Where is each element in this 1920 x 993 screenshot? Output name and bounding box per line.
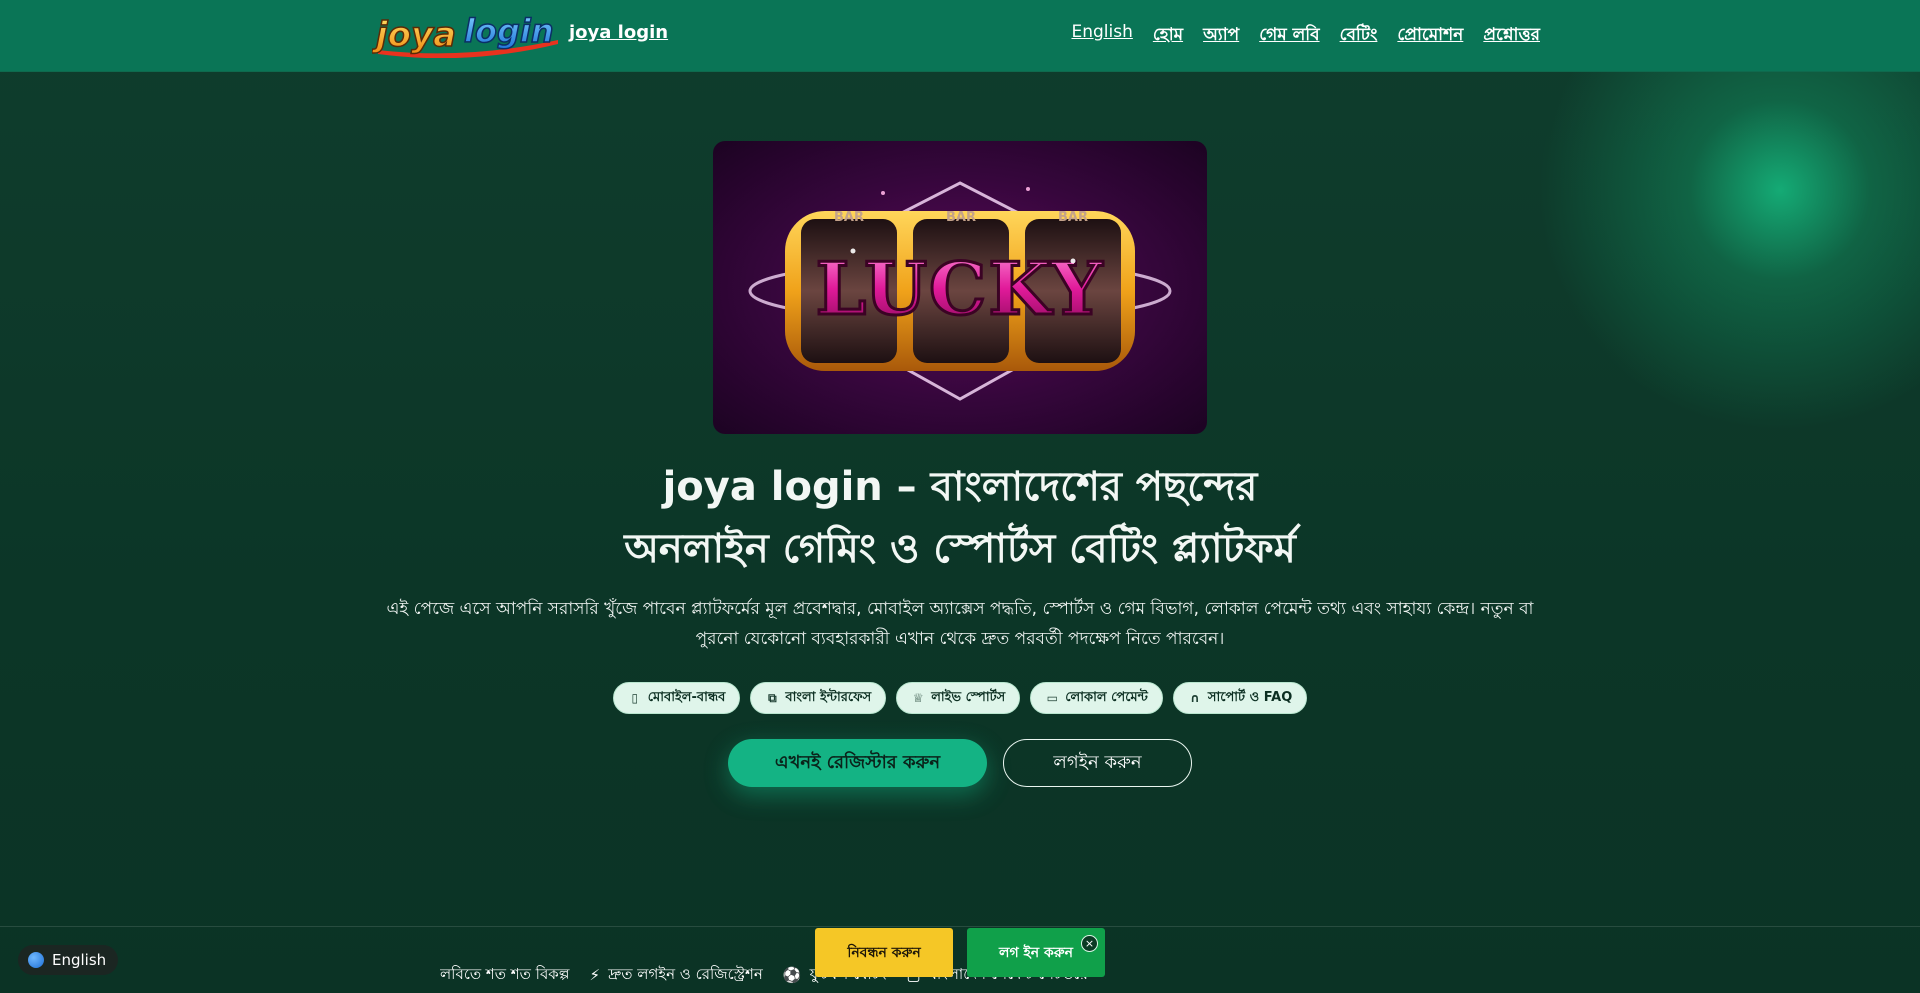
mobile-icon: ▯ bbox=[631, 691, 639, 705]
nav-item-promotion[interactable]: প্রোমোশন bbox=[1397, 22, 1463, 50]
reel-2-label: BAR bbox=[946, 210, 976, 225]
cta-row: এখনই রেজিস্টার করুন লগইন করুন bbox=[0, 739, 1920, 787]
headset-icon: ∩ bbox=[1189, 691, 1200, 705]
title-line-2: অনলাইন গেমিং ও স্পোর্টস বেটিং প্ল্যাটফর্… bbox=[624, 526, 1296, 572]
nav-item-faq[interactable]: প্রশ্নোত্তর bbox=[1483, 22, 1540, 50]
ticker-divider bbox=[0, 926, 1920, 927]
site-header: joya login joya login English হোম অ্যাপ … bbox=[0, 0, 1920, 72]
ball-icon: ⚽ bbox=[782, 966, 802, 984]
ticker-item-label: দ্রুত লগইন ও রেজিস্ট্রেশন bbox=[608, 964, 763, 983]
nav-item-betting[interactable]: বেটিং bbox=[1340, 22, 1378, 50]
hero-image: BAR BAR BAR LUCKY bbox=[713, 141, 1207, 434]
chip-label: বাংলা ইন্টারফেস bbox=[785, 689, 872, 705]
ticker-item-label: লবিতে শত শত বিকল্প bbox=[440, 964, 570, 983]
chip-bangla-interface: ⧉ বাংলা ইন্টারফেস bbox=[750, 682, 887, 714]
nav-item-app[interactable]: অ্যাপ bbox=[1203, 22, 1239, 50]
page-title: joya login – বাংলাদেশের পছন্দের অনলাইন গ… bbox=[460, 456, 1460, 580]
lucky-slot-illustration: BAR BAR BAR LUCKY bbox=[748, 181, 1172, 401]
chip-label: মোবাইল-বান্ধব bbox=[647, 689, 726, 705]
chip-label: লোকাল পেমেন্ট bbox=[1065, 689, 1148, 705]
main-nav: English হোম অ্যাপ গেম লবি বেটিং প্রোমোশন… bbox=[1071, 22, 1540, 50]
logo-link[interactable]: joya login bbox=[370, 10, 562, 59]
lucky-text: LUCKY bbox=[816, 246, 1105, 331]
card-icon: ▭ bbox=[1046, 691, 1058, 705]
logo-word-1: joya bbox=[372, 15, 456, 55]
feature-ticker: লবিতে শত শত বিকল্প ⚡ দ্রুত লগইন ও রেজিস্… bbox=[440, 962, 1480, 988]
chip-label: লাইভ স্পোর্টস bbox=[931, 689, 1006, 705]
hero-description: এই পেজে এসে আপনি সরাসরি খুঁজে পাবেন প্ল্… bbox=[386, 599, 1534, 649]
nav-item-home[interactable]: হোম bbox=[1153, 22, 1183, 50]
site-logo[interactable]: joya login bbox=[370, 10, 562, 59]
reel-3-label: BAR bbox=[1058, 210, 1088, 225]
chip-local-payment: ▭ লোকাল পেমেন্ট bbox=[1030, 682, 1163, 714]
sticky-register-button[interactable]: নিবন্ধন করুন bbox=[815, 928, 953, 977]
ticker-item: ⚡ দ্রুত লগইন ও রেজিস্ট্রেশন bbox=[590, 963, 763, 988]
bolt-icon: ⚡ bbox=[589, 966, 601, 984]
close-icon[interactable]: × bbox=[1081, 935, 1098, 952]
nav-item-game-lobby[interactable]: গেম লবি bbox=[1259, 22, 1319, 50]
logo-graphic: joya login bbox=[370, 11, 558, 59]
feature-chips: ▯ মোবাইল-বান্ধব ⧉ বাংলা ইন্টারফেস ♕ লাইভ… bbox=[0, 682, 1920, 714]
register-now-button[interactable]: এখনই রেজিস্টার করুন bbox=[728, 739, 987, 787]
nav-item-english[interactable]: English bbox=[1071, 22, 1132, 50]
chip-mobile-friendly: ▯ মোবাইল-বান্ধব bbox=[612, 682, 741, 714]
chip-support-faq: ∩ সাপোর্ট ও FAQ bbox=[1172, 682, 1308, 714]
translate-icon: ⧉ bbox=[768, 690, 777, 705]
language-label: English bbox=[52, 951, 107, 969]
ticker-item: লবিতে শত শত বিকল্প bbox=[440, 963, 570, 988]
trophy-icon: ♕ bbox=[912, 691, 924, 705]
title-line-1: joya login – বাংলাদেশের পছন্দের bbox=[662, 464, 1258, 510]
globe-icon bbox=[28, 952, 44, 968]
brand-link[interactable]: joya login bbox=[569, 22, 668, 43]
logo-word-2: login bbox=[464, 12, 554, 50]
chip-live-sports: ♕ লাইভ স্পোর্টস bbox=[896, 682, 1021, 714]
login-button[interactable]: লগইন করুন bbox=[1003, 739, 1192, 787]
reel-1-label: BAR bbox=[834, 210, 864, 225]
language-switcher[interactable]: English bbox=[18, 945, 119, 975]
chip-label: সাপোর্ট ও FAQ bbox=[1207, 689, 1293, 705]
